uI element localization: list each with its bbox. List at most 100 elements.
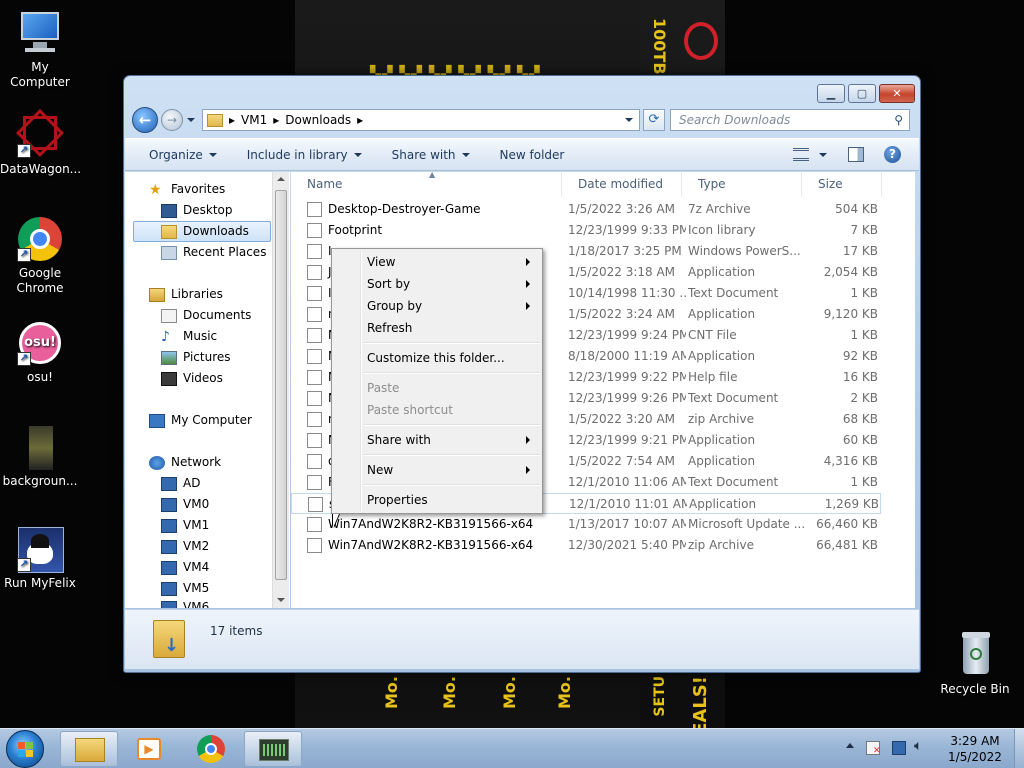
view-options-icon[interactable] (793, 148, 809, 161)
file-row[interactable]: Win7AndW2K8R2-KB3191566-x64 12/30/2021 5:… (291, 535, 881, 556)
nav-host-vm0[interactable]: VM0 (161, 494, 209, 515)
nav-network[interactable]: Network (149, 452, 221, 473)
column-header-size[interactable]: Size (802, 172, 882, 197)
file-row[interactable]: Win7AndW2K8R2-KB3191566-x64 1/13/2017 10:… (291, 514, 881, 535)
minimize-button[interactable]: ▁ (817, 84, 845, 103)
desktop-icon-osu[interactable]: osu! ↗ osu! (0, 320, 80, 385)
file-date: 1/5/2022 7:54 AM (568, 454, 676, 468)
nav-documents[interactable]: Documents (161, 305, 251, 326)
nav-desktop[interactable]: Desktop (161, 200, 233, 221)
context-menu: View Sort by Group by Refresh Customize … (331, 248, 543, 514)
menu-item-refresh[interactable]: Refresh (334, 317, 540, 339)
view-chevron-icon[interactable] (819, 153, 827, 157)
scroll-down-icon[interactable] (277, 598, 285, 602)
file-icon (307, 538, 322, 553)
file-size: 504 KB (835, 202, 878, 216)
menu-label: Paste shortcut (367, 403, 453, 417)
nav-host-vm2[interactable]: VM2 (161, 536, 209, 557)
forward-button[interactable]: → (161, 109, 183, 131)
file-row[interactable]: Desktop-Destroyer-Game 1/5/2022 3:26 AM 7z… (291, 199, 881, 220)
nav-host-ad[interactable]: AD (161, 473, 200, 494)
nav-downloads[interactable]: Downloads (133, 221, 271, 242)
menu-item-new[interactable]: New (334, 459, 540, 481)
taskbar-media-player-button[interactable]: ▶ (121, 731, 179, 767)
file-icon (307, 433, 322, 448)
new-folder-button[interactable]: New folder (500, 148, 565, 162)
file-row[interactable]: Footprint 12/23/1999 9:33 PM Icon library 7… (291, 220, 881, 241)
nav-libraries[interactable]: Libraries (149, 284, 223, 305)
desktop-icon-google-chrome[interactable]: ↗ Google Chrome (0, 216, 80, 296)
nav-host-vm4[interactable]: VM4 (161, 557, 209, 578)
back-button[interactable]: ← (132, 107, 158, 133)
scroll-thumb[interactable] (275, 190, 287, 580)
chevron-down-icon (353, 152, 362, 157)
file-size: 1 KB (850, 475, 878, 489)
include-in-library-button[interactable]: Include in library (247, 148, 362, 162)
network-status-icon[interactable] (892, 741, 906, 755)
desktop-icon-background[interactable]: backgroun... (0, 424, 80, 489)
nav-music[interactable]: ♪ Music (161, 326, 217, 347)
menu-item-group-by[interactable]: Group by (334, 295, 540, 317)
nav-pictures[interactable]: Pictures (161, 347, 231, 368)
file-type: 7z Archive (688, 202, 751, 216)
show-hidden-icons-icon[interactable] (846, 743, 854, 748)
menu-label: New (367, 463, 394, 477)
close-button[interactable]: ✕ (879, 84, 915, 103)
organize-button[interactable]: Organize (149, 148, 217, 162)
column-label: Size (818, 177, 843, 191)
file-type: Microsoft Update ... (688, 517, 806, 531)
recent-pages-chevron-icon[interactable] (187, 118, 195, 122)
desktop-icon-run-myfelix[interactable]: ↗ Run MyFelix (0, 526, 80, 591)
menu-item-view[interactable]: View (334, 251, 540, 273)
sort-indicator-icon: ▲ (429, 172, 436, 179)
maximize-button[interactable]: ▢ (848, 84, 876, 103)
desktop-icon-datawagon[interactable]: ↗ DataWagon... (0, 108, 81, 177)
help-icon[interactable]: ? (884, 146, 901, 163)
scroll-up-icon[interactable] (277, 177, 285, 181)
desktop-icon-label: My Computer (10, 60, 70, 89)
menu-item-sort-by[interactable]: Sort by (334, 273, 540, 295)
wallpaper-text-mo-4: Mo. (555, 676, 574, 709)
menu-separator (364, 484, 540, 486)
nav-host-vm5[interactable]: VM5 (161, 578, 209, 599)
menu-item-paste: Paste (334, 377, 540, 399)
nav-videos[interactable]: Videos (161, 368, 223, 389)
nav-favorites[interactable]: ★ Favorites (149, 179, 225, 200)
file-name-cell: Desktop-Destroyer-Game (307, 199, 547, 220)
column-header-date[interactable]: Date modified (562, 172, 682, 197)
refresh-icon[interactable]: ⟳ (643, 109, 665, 131)
libraries-icon (149, 287, 165, 302)
show-desktop-button[interactable] (1014, 729, 1024, 768)
menu-item-properties[interactable]: Properties (334, 489, 540, 511)
column-header-type[interactable]: Type (682, 172, 802, 197)
search-input[interactable]: Search Downloads ⚲ (670, 109, 910, 131)
nav-my-computer[interactable]: My Computer (149, 410, 252, 431)
nav-label: VM0 (183, 497, 210, 511)
address-bar[interactable]: ▸ VM1 ▸ Downloads ▸ (202, 109, 640, 131)
file-icon (307, 391, 322, 406)
column-header-name[interactable]: Name (291, 172, 562, 197)
breadcrumb-downloads[interactable]: Downloads (285, 113, 351, 127)
taskbar-chrome-button[interactable] (182, 731, 240, 767)
navigation-scrollbar[interactable] (272, 172, 289, 608)
breadcrumb-vm1[interactable]: VM1 (241, 113, 267, 127)
menu-item-customize-folder[interactable]: Customize this folder... (334, 347, 540, 369)
nav-host-vm1[interactable]: VM1 (161, 515, 209, 536)
taskbar-network-app-button[interactable] (244, 731, 302, 767)
wallpaper-logo (684, 22, 718, 60)
taskbar-explorer-button[interactable] (60, 731, 118, 767)
desktop-icon-my-computer[interactable]: My Computer (0, 10, 80, 90)
desktop-icon-recycle-bin[interactable]: Recycle Bin (935, 632, 1015, 697)
share-with-button[interactable]: Share with (392, 148, 470, 162)
system-clock[interactable]: 3:29 AM 1/5/2022 (940, 733, 1010, 765)
nav-host-vm6[interactable]: VM6 (161, 597, 209, 608)
start-button[interactable] (6, 730, 44, 768)
address-dropdown-chevron-icon[interactable] (625, 118, 633, 122)
file-type: Application (688, 307, 756, 321)
volume-icon[interactable]: 🔈︎ (914, 738, 922, 754)
action-center-icon[interactable]: ✕ (866, 741, 881, 756)
file-size: 9,120 KB (823, 307, 878, 321)
nav-recent-places[interactable]: Recent Places (161, 242, 266, 263)
preview-pane-icon[interactable] (848, 147, 864, 162)
menu-item-share-with[interactable]: Share with (334, 429, 540, 451)
